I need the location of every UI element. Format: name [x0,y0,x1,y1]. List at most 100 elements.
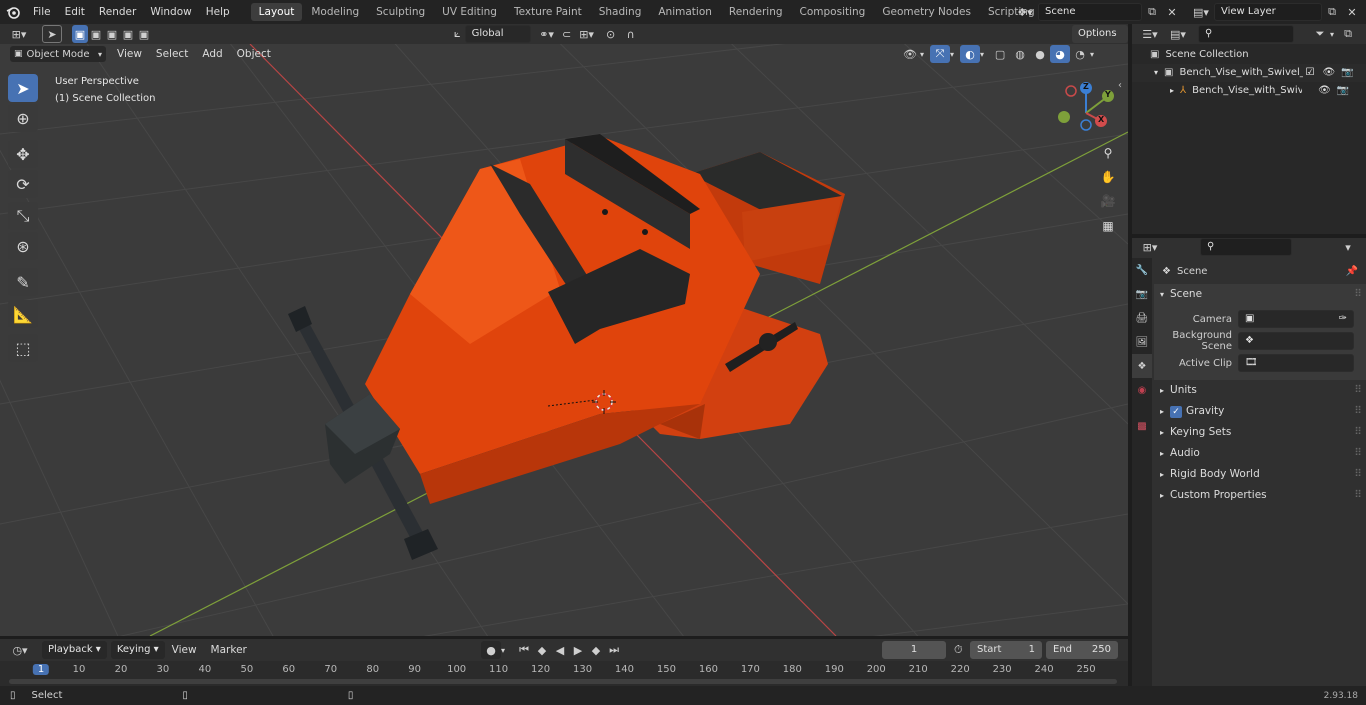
outliner-editor-icon[interactable]: ☰▾ [1136,25,1164,43]
output-tab-icon[interactable]: 🖨 [1132,306,1152,330]
menu-help[interactable]: Help [199,0,237,24]
tool-move[interactable]: ✥ [8,140,38,168]
properties-editor-icon[interactable]: ⊞▾ [1136,238,1164,256]
select-subtract-icon[interactable]: ▣ [104,25,120,43]
pin-icon[interactable]: 📌 [1346,266,1358,277]
tab-uv-editing[interactable]: UV Editing [434,3,505,21]
menu-render[interactable]: Render [92,0,143,24]
select-invert-icon[interactable]: ▣ [120,25,136,43]
select-tool-icon[interactable]: ➤ [42,25,62,43]
tool-add-cube[interactable]: ⬚ [8,334,38,362]
scene-panel-header[interactable]: ▾ Scene ⠿ [1154,284,1366,305]
sidebar-toggle-icon[interactable]: ‹ [1118,80,1122,91]
transform-orientation[interactable]: ⟀ Global ⚭▾ ⊂ ⊞▾ ⊙ ∩ [454,25,641,43]
menu-add[interactable]: Add [195,44,229,64]
tab-modeling[interactable]: Modeling [303,3,367,21]
tab-compositing[interactable]: Compositing [792,3,874,21]
current-frame-field[interactable]: 1 [882,641,946,659]
keying-menu[interactable]: Keying ▾ [110,641,165,659]
view-layer-field[interactable]: View Layer [1214,3,1322,21]
menu-window[interactable]: Window [143,0,198,24]
exclude-checkbox-icon[interactable]: ☑ [1305,64,1314,82]
playback-menu[interactable]: Playback ▾ [42,641,107,659]
render-camera-icon[interactable]: 📷 [1337,82,1349,100]
camera-view-icon[interactable]: 🎥 [1098,191,1118,211]
units-panel-header[interactable]: ▸ Units ⠿ [1154,380,1366,401]
menu-edit[interactable]: Edit [58,0,92,24]
filter-icon[interactable]: ⏷ [1310,25,1330,43]
display-mode-icon[interactable]: ▤▾ [1164,25,1192,43]
tab-geometry-nodes[interactable]: Geometry Nodes [874,3,979,21]
end-frame-field[interactable]: End 250 [1046,641,1118,659]
wireframe-shading-icon[interactable]: ◍ [1010,45,1030,63]
falloff-icon[interactable]: ∩ [621,25,641,43]
menu-select[interactable]: Select [149,44,195,64]
audio-panel-header[interactable]: ▸ Audio ⠿ [1154,443,1366,464]
properties-options-icon[interactable]: ▾ [1338,238,1358,256]
object-mode-dropdown[interactable]: ▣ Object Mode ▾ [10,46,106,62]
eyedropper-icon[interactable]: ✑ [1339,311,1347,327]
navigation-gizmo[interactable]: Z Y X [1055,79,1117,141]
solid-shading-icon[interactable]: ● [1030,45,1050,63]
expand-arrow-icon[interactable]: ▸ [1170,82,1174,100]
properties-search-input[interactable]: ⚲ [1200,238,1292,256]
tool-scale[interactable]: ⤡ [8,202,38,230]
select-intersect-icon[interactable]: ▣ [136,25,152,43]
select-extend-icon[interactable]: ▣ [88,25,104,43]
scene-icon[interactable]: ❖▾ [1012,3,1038,21]
expand-arrow-icon[interactable]: ▾ [1154,64,1158,82]
ortho-grid-icon[interactable]: ▦ [1098,216,1118,236]
render-camera-icon[interactable]: 📷 [1341,64,1353,82]
tool-tab-icon[interactable]: 🔧 [1132,258,1152,282]
timeline-view-menu[interactable]: View [165,640,204,660]
texture-tab-icon[interactable]: ▩ [1132,414,1152,438]
background-scene-field[interactable]: ❖ [1238,332,1354,350]
menu-view[interactable]: View [110,44,149,64]
outliner-search-input[interactable]: ⚲ [1198,25,1294,43]
options-button[interactable]: Options ▾ [1072,25,1128,57]
stopwatch-icon[interactable]: ⏱ [954,643,963,657]
render-tab-icon[interactable]: 📷 [1132,282,1152,306]
tab-rendering[interactable]: Rendering [721,3,791,21]
keying-sets-panel-header[interactable]: ▸ Keying Sets ⠿ [1154,422,1366,443]
next-keyframe-icon[interactable]: ◆ [587,641,605,659]
drag-handle-icon[interactable]: ⠿ [1354,284,1362,305]
delete-scene-icon[interactable]: ✕ [1162,3,1182,21]
outliner-row-collection[interactable]: ▾ ▣ Bench_Vise_with_Swivel_Bas ☑ 👁 📷 [1132,64,1366,82]
proportional-edit-icon[interactable]: ⊙ [601,25,621,43]
material-shading-icon[interactable]: ◕ [1050,45,1071,63]
tab-shading[interactable]: Shading [591,3,650,21]
custom-properties-panel-header[interactable]: ▸ Custom Properties ⠿ [1154,485,1366,506]
pivot-icon[interactable]: ⚭▾ [537,25,557,43]
tab-texture-paint[interactable]: Texture Paint [506,3,590,21]
outliner-row-scene-collection[interactable]: ▣ Scene Collection [1132,46,1366,64]
snap-icon[interactable]: ⊂ [557,25,577,43]
rendered-shading-icon[interactable]: ◔ [1070,45,1090,63]
view-layer-tab-icon[interactable]: 🖼 [1132,330,1152,354]
tool-measure[interactable]: 📐 [8,300,38,328]
tool-rotate[interactable]: ⟳ [8,170,38,198]
new-scene-icon[interactable]: ⧉ [1142,3,1162,21]
drag-handle-icon[interactable]: ⠿ [1354,485,1362,506]
view-layer-selector[interactable]: ▤▾ View Layer ⧉ ✕ [1188,3,1362,21]
drag-handle-icon[interactable]: ⠿ [1354,464,1362,485]
play-reverse-icon[interactable]: ◀ [551,641,569,659]
timeline-editor-icon[interactable]: ◷▾ [6,641,34,659]
scene-tab-icon[interactable]: ❖ [1132,354,1152,378]
drag-handle-icon[interactable]: ⠿ [1354,380,1362,401]
view-layer-icon[interactable]: ▤▾ [1188,3,1214,21]
start-frame-field[interactable]: Start 1 [970,641,1042,659]
menu-object[interactable]: Object [230,44,278,64]
delete-view-layer-icon[interactable]: ✕ [1342,3,1362,21]
camera-field[interactable]: ▣ ✑ [1238,310,1354,328]
transform-orientation-field[interactable]: Global [464,25,531,43]
scene-name-field[interactable]: Scene [1038,3,1142,21]
outliner-row-object[interactable]: ▸ ⅄ Bench_Vise_with_Swivel_ 👁 📷 [1132,82,1366,100]
new-view-layer-icon[interactable]: ⧉ [1322,3,1342,21]
drag-handle-icon[interactable]: ⠿ [1354,422,1362,443]
gizmo-toggle-icon[interactable]: ⤧ [930,45,951,63]
active-clip-field[interactable]: 🎞 [1238,354,1354,372]
timeline-marker-menu[interactable]: Marker [204,640,254,660]
tool-select-box[interactable]: ➤ [8,74,38,102]
tab-sculpting[interactable]: Sculpting [368,3,433,21]
